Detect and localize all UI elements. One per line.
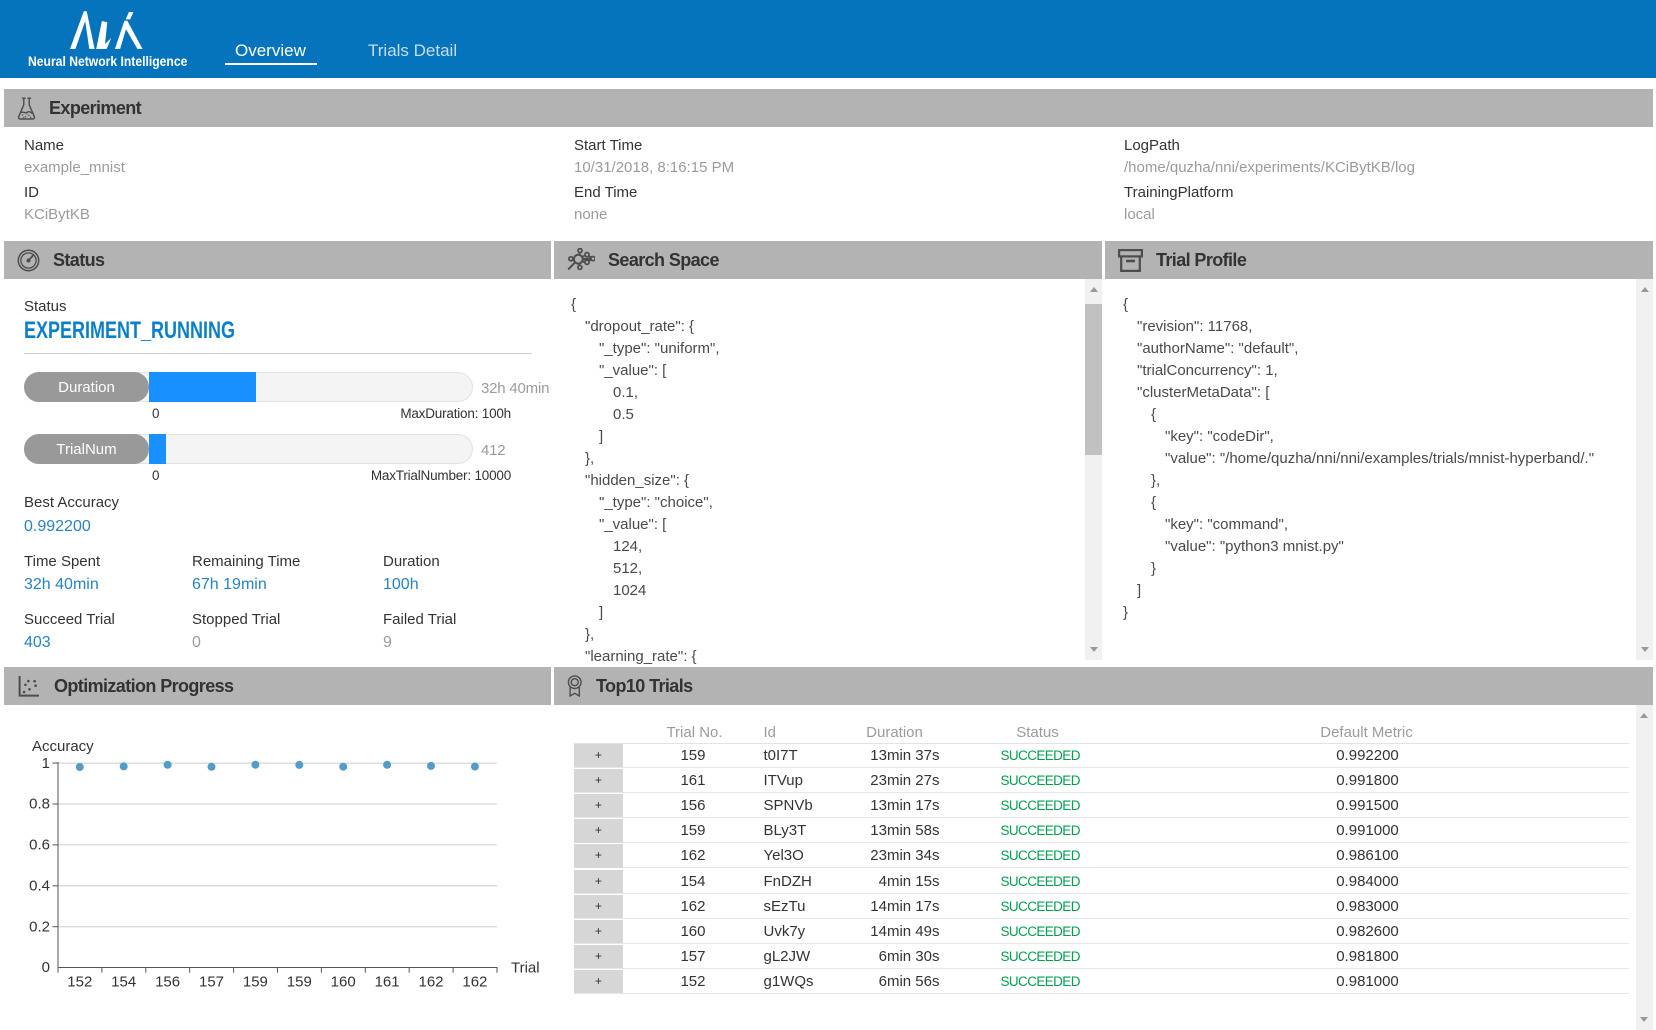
svg-text:Trial: Trial xyxy=(511,960,540,977)
svg-text:162: 162 xyxy=(462,974,487,991)
svg-text:161: 161 xyxy=(375,974,400,991)
svg-text:162: 162 xyxy=(418,974,443,991)
svg-text:160: 160 xyxy=(331,974,356,991)
svg-text:0: 0 xyxy=(42,959,50,976)
svg-text:0.8: 0.8 xyxy=(29,796,50,813)
svg-text:152: 152 xyxy=(67,974,92,991)
svg-text:154: 154 xyxy=(111,974,136,991)
svg-text:159: 159 xyxy=(243,974,268,991)
svg-text:0.6: 0.6 xyxy=(29,837,50,854)
svg-text:0.4: 0.4 xyxy=(29,878,50,895)
svg-text:1: 1 xyxy=(42,755,50,772)
svg-text:0.2: 0.2 xyxy=(29,918,50,935)
svg-text:Accuracy: Accuracy xyxy=(32,738,94,755)
svg-text:156: 156 xyxy=(155,974,180,991)
svg-text:157: 157 xyxy=(199,974,224,991)
svg-text:159: 159 xyxy=(287,974,312,991)
